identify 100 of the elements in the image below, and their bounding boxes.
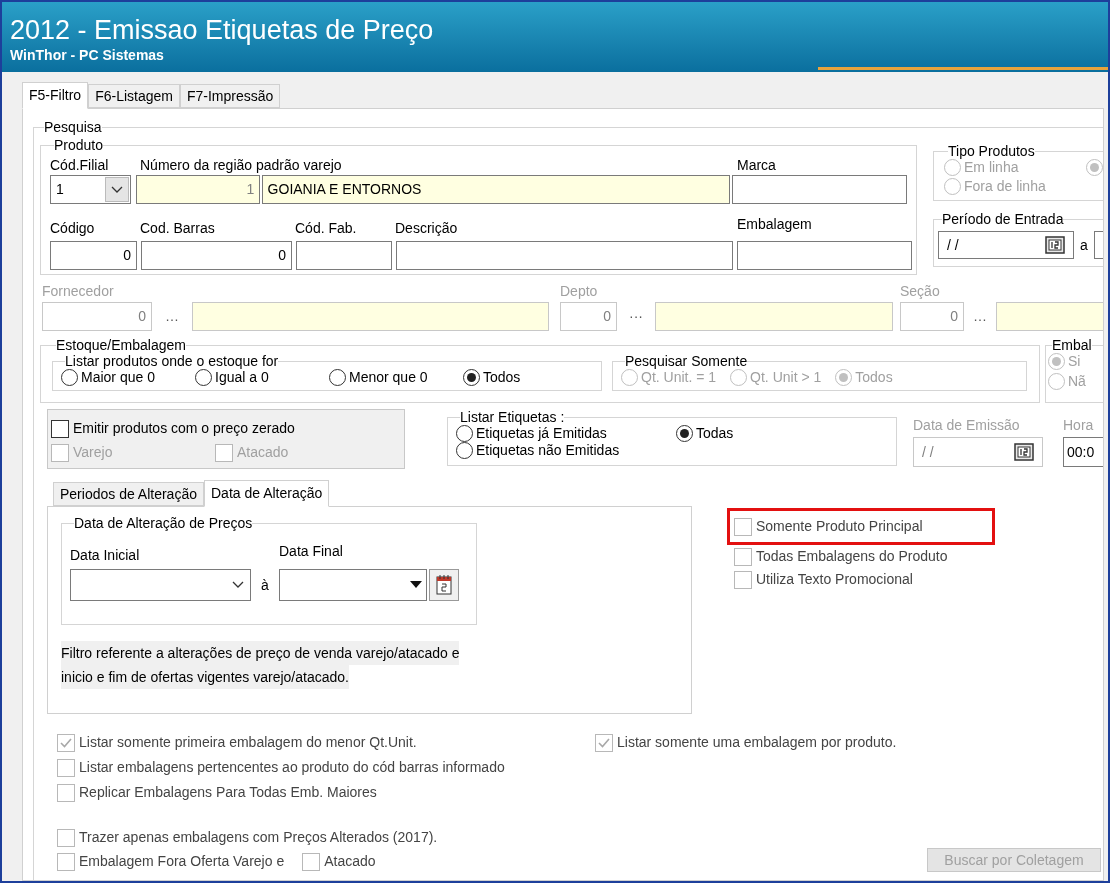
calendar-button[interactable]: [429, 569, 459, 601]
field-label: Código: [50, 220, 95, 236]
group-title: Listar produtos onde o estoque for: [65, 353, 279, 369]
checkbox-label: Atacado: [324, 852, 376, 871]
tab[interactable]: Periodos de Alteração: [53, 482, 204, 506]
checkbox[interactable]: [57, 783, 75, 802]
note-text: Filtro referente a alterações de preço de venda varejo/atacado e: [61, 641, 460, 665]
input-field[interactable]: [732, 175, 907, 204]
field-label: Qt. Unit > 1: [750, 369, 822, 386]
field-label: Nã: [1068, 373, 1086, 390]
note-text: inicio e fim de ofertas vigentes varejo/atacado.: [61, 665, 349, 689]
input-field[interactable]: 0: [141, 241, 292, 270]
group-title: Data de Alteração de Preços: [74, 515, 253, 531]
field-label: Data de Emissão: [913, 417, 1021, 434]
checkbox-label: Somente Produto Principal: [756, 517, 923, 536]
field-label: Depto: [560, 283, 599, 300]
field-label: Etiquetas não Emitidas: [476, 442, 620, 459]
tab[interactable]: F5-Filtro: [22, 82, 89, 109]
field-label: Em linha: [964, 159, 1019, 176]
checkbox[interactable]: [595, 733, 613, 752]
checkbox-label: Atacado: [237, 443, 289, 462]
checkbox-label: Utiliza Texto Promocional: [756, 570, 913, 589]
input-field[interactable]: [296, 241, 392, 270]
input-field[interactable]: [996, 302, 1103, 331]
field-label: Descrição: [395, 220, 458, 236]
field-label: Fornecedor: [42, 283, 115, 300]
triangle-down-icon: [410, 581, 422, 589]
checkbox[interactable]: [734, 570, 752, 589]
checkbox-label: Listar somente uma embalagem por produto.: [617, 733, 897, 752]
checkbox-label: Listar embalagens pertencentes ao produto do cód barras informado: [79, 758, 505, 777]
input-field[interactable]: [655, 302, 893, 331]
checkbox[interactable]: [51, 419, 69, 438]
checkbox-label: Embalagem Fora Oferta Varejo e: [79, 852, 285, 871]
checkbox-label: Trazer apenas embalagens com Preços Alterados (2017).: [79, 828, 438, 847]
field-label: Todos: [855, 369, 893, 386]
field-label: Menor que 0: [349, 369, 428, 386]
group-title: Estoque/Embalagem: [56, 337, 186, 353]
group-title: Período de Entrada: [942, 211, 1064, 227]
range-separator: à: [260, 575, 270, 595]
calendar-icon[interactable]: [1045, 236, 1065, 254]
checkbox[interactable]: [734, 547, 752, 566]
input-field[interactable]: 0: [50, 241, 137, 270]
radio-button[interactable]: [676, 425, 693, 442]
group-title: Pesquisar Somente: [625, 353, 748, 369]
calendar-icon[interactable]: [1014, 443, 1034, 461]
checkbox[interactable]: [57, 758, 75, 777]
checkbox[interactable]: [57, 828, 75, 847]
window-title: 2012 - Emissao Etiquetas de Preço: [10, 14, 435, 46]
field-label: Maior que 0: [81, 369, 155, 386]
field-label: Cod. Barras: [140, 220, 215, 236]
radio-button[interactable]: [195, 369, 212, 386]
field-label: Cód.Filial: [50, 157, 110, 174]
chevron-down-icon: [111, 185, 123, 194]
checkbox[interactable]: [302, 852, 321, 871]
field-label: Embalagem: [737, 216, 812, 234]
radio-button[interactable]: [463, 369, 480, 386]
group-title: Tipo Produtos: [948, 143, 1035, 159]
field-label: Si: [1068, 353, 1081, 370]
field-label: Cód. Fab.: [295, 220, 357, 236]
group-title: Pesquisa: [44, 119, 102, 135]
input-field[interactable]: 1: [136, 175, 261, 204]
date-combo[interactable]: [70, 569, 251, 601]
tab[interactable]: F6-Listagem: [88, 84, 180, 108]
field-label: Qt. Unit. = 1: [641, 369, 717, 386]
group-title: Embal: [1052, 337, 1092, 353]
radio-button[interactable]: [329, 369, 346, 386]
checkbox[interactable]: [734, 517, 752, 536]
field-label: Data Inicial: [70, 547, 140, 563]
window-subtitle: WinThor - PC Sistemas: [10, 46, 165, 64]
field-label: Igual a 0: [215, 369, 269, 386]
field-label: Fora de linha: [964, 178, 1046, 195]
filial-combo[interactable]: 1: [50, 175, 131, 204]
checkbox-label: Replicar Embalagens Para Todas Emb. Maiores: [79, 783, 377, 802]
field-label: Todos: [483, 369, 521, 386]
radio-button[interactable]: [61, 369, 78, 386]
checkbox-label: Emitir produtos com o preço zerado: [73, 419, 295, 438]
input-field[interactable]: [192, 302, 549, 331]
radio-button[interactable]: [456, 425, 473, 442]
checkbox-label: Listar somente primeira embalagem do menor Qt.Unit.: [79, 733, 417, 752]
field-label: Marca: [737, 157, 776, 174]
radio-button[interactable]: [456, 442, 473, 459]
field-label: a: [1080, 236, 1088, 254]
input-field[interactable]: [396, 241, 733, 270]
time-field[interactable]: 00:0: [1063, 437, 1103, 467]
date-combo[interactable]: [279, 569, 427, 601]
tab[interactable]: Data de Alteração: [204, 480, 330, 507]
tab[interactable]: F7-Impressão: [179, 84, 281, 108]
calendar-icon: [435, 574, 453, 596]
checkbox-label: Todas Embalagens do Produto: [756, 547, 948, 566]
field-label: Hora: [1063, 417, 1095, 434]
checkbox[interactable]: [57, 852, 75, 871]
checkbox[interactable]: [57, 733, 75, 752]
field-label: Número da região padrão varejo: [140, 157, 343, 174]
group-title: Listar Etiquetas :: [460, 409, 565, 425]
input-field[interactable]: GOIANIA E ENTORNOS: [261, 175, 730, 204]
chevron-down-icon: [232, 581, 244, 589]
input-field[interactable]: [737, 241, 912, 270]
field-label: Seção: [900, 283, 941, 300]
field-label: Etiquetas já Emitidas: [476, 425, 607, 442]
date-field[interactable]: / /: [938, 231, 1074, 259]
